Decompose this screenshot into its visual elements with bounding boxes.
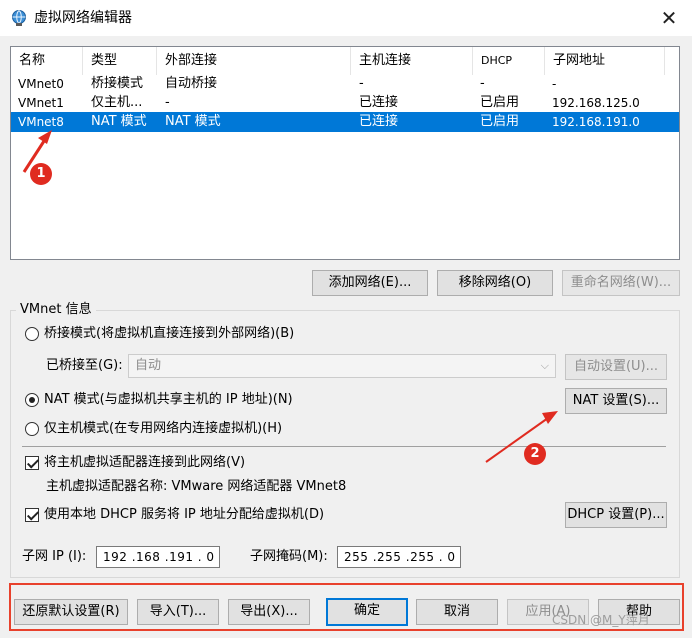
bridged-to-select[interactable]: 自动 ⌵ — [128, 354, 556, 378]
vmnet-info-title: VMnet 信息 — [16, 302, 96, 318]
nat-mode-radio[interactable] — [25, 393, 39, 407]
table-row-selected[interactable]: VMnet8 NAT 模式 NAT 模式 已连接 已启用 192.168.191… — [11, 112, 679, 132]
table-row[interactable]: VMnet1 仅主机... - 已连接 已启用 192.168.125.0 — [11, 93, 679, 113]
column-header-subnet[interactable]: 子网地址 — [545, 47, 665, 75]
cell-subnet: 192.168.191.0 — [552, 115, 640, 129]
cell-subnet: 192.168.125.0 — [552, 96, 640, 110]
connect-adapter-checkbox[interactable] — [25, 456, 39, 470]
column-header-dhcp[interactable]: DHCP — [473, 47, 545, 75]
nat-settings-button[interactable]: NAT 设置(S)... — [565, 388, 667, 414]
network-list[interactable]: 名称 类型 外部连接 主机连接 DHCP 子网地址 VMnet0 桥接模式 自动… — [10, 46, 680, 260]
close-icon[interactable]: ✕ — [654, 4, 684, 32]
bridged-to-label: 已桥接至(G): — [46, 358, 123, 373]
subnet-ip-label: 子网 IP (I): — [22, 549, 87, 564]
divider — [22, 446, 666, 447]
subnet-ip-input[interactable]: 192 .168 .191 . 0 — [96, 546, 220, 568]
cell-name: VMnet0 — [18, 77, 64, 91]
vmnet-info-group — [10, 310, 680, 578]
cell-dhcp: 已启用 — [480, 114, 520, 129]
cell-dhcp: - — [480, 76, 485, 91]
subnet-mask-input[interactable]: 255 .255 .255 . 0 — [337, 546, 461, 568]
host-only-radio[interactable] — [25, 422, 39, 436]
column-header-name[interactable]: 名称 — [11, 47, 83, 75]
cell-dhcp: 已启用 — [480, 95, 520, 110]
subnet-mask-label: 子网掩码(M): — [250, 549, 328, 564]
nat-mode-label[interactable]: NAT 模式(与虚拟机共享主机的 IP 地址)(N) — [44, 391, 293, 409]
cell-name: VMnet1 — [18, 96, 64, 110]
connect-adapter-label[interactable]: 将主机虚拟适配器连接到此网络(V) — [44, 454, 245, 472]
column-header-external[interactable]: 外部连接 — [157, 47, 351, 75]
adapter-name-text: 主机虚拟适配器名称: VMware 网络适配器 VMnet8 — [46, 479, 347, 494]
column-header-type[interactable]: 类型 — [83, 47, 157, 75]
cell-host: 已连接 — [359, 95, 399, 110]
bridged-to-value: 自动 — [135, 358, 162, 373]
cell-type: NAT 模式 — [91, 114, 147, 129]
chevron-down-icon: ⌵ — [540, 359, 549, 372]
use-dhcp-label[interactable]: 使用本地 DHCP 服务将 IP 地址分配给虚拟机(D) — [44, 506, 324, 524]
annotation-badge-1: 1 — [30, 163, 52, 185]
auto-settings-button[interactable]: 自动设置(U)... — [565, 354, 667, 380]
host-only-label[interactable]: 仅主机模式(在专用网络内连接虚拟机)(H) — [44, 420, 282, 438]
cell-host: 已连接 — [359, 114, 399, 129]
use-dhcp-checkbox[interactable] — [25, 508, 39, 522]
cell-external: 自动桥接 — [165, 76, 218, 91]
cell-subnet: - — [552, 77, 557, 91]
column-header-host[interactable]: 主机连接 — [351, 47, 473, 75]
window-title: 虚拟网络编辑器 — [34, 10, 132, 26]
cell-name: VMnet8 — [18, 115, 64, 129]
cell-type: 桥接模式 — [91, 76, 144, 91]
annotation-badge-2: 2 — [524, 443, 546, 465]
remove-network-button[interactable]: 移除网络(O) — [437, 270, 553, 296]
cell-type: 仅主机... — [91, 95, 143, 110]
bridge-mode-label[interactable]: 桥接模式(将虚拟机直接连接到外部网络)(B) — [44, 325, 294, 343]
bridge-mode-radio[interactable] — [25, 327, 39, 341]
cell-external: NAT 模式 — [165, 114, 221, 129]
table-row[interactable]: VMnet0 桥接模式 自动桥接 - - - — [11, 74, 679, 94]
virtual-network-icon — [12, 10, 26, 26]
dhcp-settings-button[interactable]: DHCP 设置(P)... — [565, 502, 667, 528]
cell-external: - — [165, 95, 170, 110]
add-network-button[interactable]: 添加网络(E)... — [312, 270, 428, 296]
rename-network-button[interactable]: 重命名网络(W)... — [562, 270, 680, 296]
cell-host: - — [359, 76, 364, 91]
watermark: CSDN @M_Y萍月 — [552, 613, 650, 627]
